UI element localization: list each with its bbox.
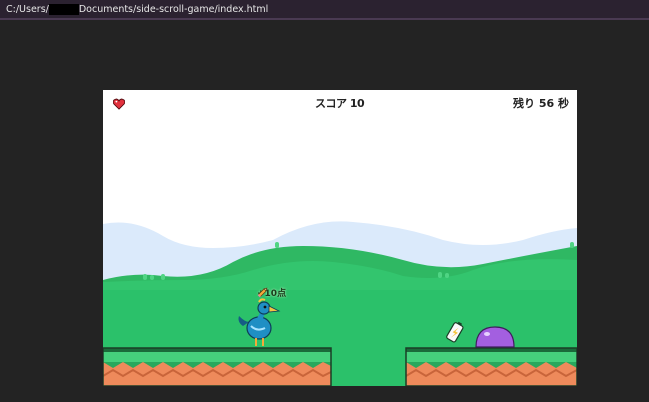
pencil-icon	[257, 287, 268, 298]
time-remaining: 残り 56 秒	[513, 97, 569, 110]
redacted-username	[48, 3, 79, 15]
points-popup: +10点	[257, 286, 286, 299]
path-prefix: C:/Users/	[6, 4, 49, 15]
heart-icon	[113, 98, 125, 110]
score-display: スコア 10	[315, 97, 365, 110]
path-suffix: Documents/side-scroll-game/index.html	[78, 4, 269, 15]
game-canvas[interactable]: スコア 10 残り 56 秒 +10点	[103, 90, 577, 386]
platform-right	[405, 347, 577, 386]
platform-left	[103, 347, 332, 386]
game-scene	[103, 221, 577, 386]
browser-address-bar: C:/Users/Documents/side-scroll-game/inde…	[0, 0, 649, 20]
file-path[interactable]: C:/Users/Documents/side-scroll-game/inde…	[6, 3, 268, 17]
